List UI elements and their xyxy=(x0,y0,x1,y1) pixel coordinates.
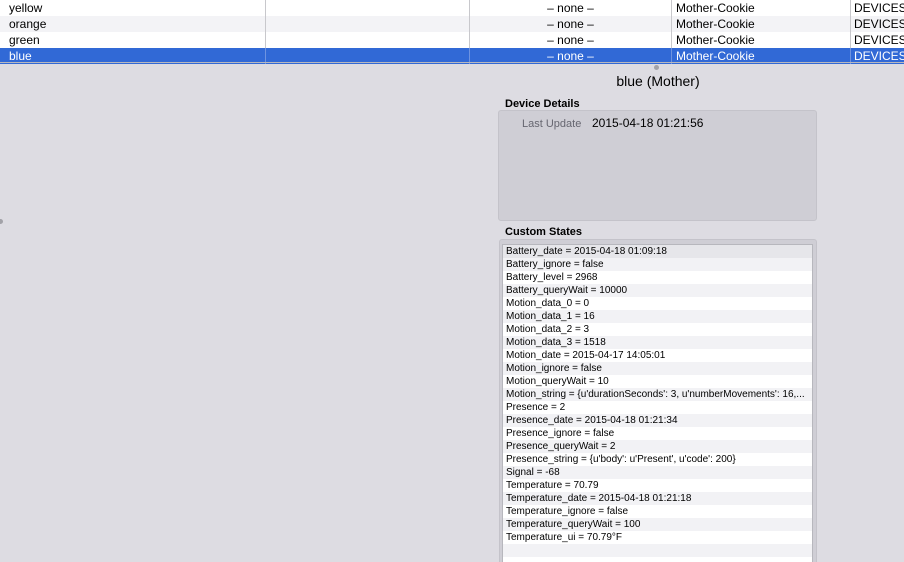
custom-states-heading: Custom States xyxy=(505,226,583,238)
device-column-empty xyxy=(265,32,469,48)
custom-state-row[interactable]: Temperature_ignore = false xyxy=(503,505,812,518)
device-folder: Mother-Cookie xyxy=(671,16,850,32)
device-state: – none – xyxy=(469,16,671,32)
last-update-label: Last Update xyxy=(522,118,582,130)
device-title: blue (Mother) xyxy=(616,73,700,89)
table-divider xyxy=(0,62,904,63)
custom-state-row[interactable]: Battery_level = 2968 xyxy=(503,271,812,284)
device-folder: Mother-Cookie xyxy=(671,32,850,48)
custom-state-row[interactable] xyxy=(503,544,812,557)
custom-state-row[interactable]: Presence_date = 2015-04-18 01:21:34 xyxy=(503,414,812,427)
custom-state-row[interactable]: Presence = 2 xyxy=(503,401,812,414)
custom-state-row[interactable]: Temperature_date = 2015-04-18 01:21:18 xyxy=(503,492,812,505)
horizontal-splitter-handle[interactable] xyxy=(654,65,659,70)
device-row-green[interactable]: green – none – Mother-Cookie DEVICES xyxy=(0,32,904,48)
custom-state-row[interactable]: Motion_data_2 = 3 xyxy=(503,323,812,336)
device-column-empty xyxy=(265,16,469,32)
custom-state-row[interactable]: Presence_queryWait = 2 xyxy=(503,440,812,453)
last-update-value: 2015-04-18 01:21:56 xyxy=(592,116,704,130)
device-type: DEVICES xyxy=(850,32,904,48)
custom-state-row[interactable]: Presence_string = {u'body': u'Present', … xyxy=(503,453,812,466)
custom-state-row[interactable]: Motion_data_1 = 16 xyxy=(503,310,812,323)
vertical-splitter-handle[interactable] xyxy=(0,219,3,224)
device-row-orange[interactable]: orange – none – Mother-Cookie DEVICES xyxy=(0,16,904,32)
device-state: – none – xyxy=(469,32,671,48)
device-folder: Mother-Cookie xyxy=(671,0,850,16)
custom-state-row[interactable]: Temperature_queryWait = 100 xyxy=(503,518,812,531)
custom-state-row[interactable]: Motion_queryWait = 10 xyxy=(503,375,812,388)
custom-state-row[interactable]: Battery_date = 2015-04-18 01:09:18 xyxy=(503,245,812,258)
device-name: yellow xyxy=(9,1,43,15)
custom-state-row[interactable]: Battery_ignore = false xyxy=(503,258,812,271)
device-type: DEVICES xyxy=(850,0,904,16)
custom-state-row[interactable]: Signal = -68 xyxy=(503,466,812,479)
custom-state-row[interactable]: Motion_data_3 = 1518 xyxy=(503,336,812,349)
device-name: green xyxy=(9,33,40,47)
device-table: yellow – none – Mother-Cookie DEVICES or… xyxy=(0,0,904,64)
custom-state-row[interactable]: Temperature = 70.79 xyxy=(503,479,812,492)
custom-state-row[interactable]: Battery_queryWait = 10000 xyxy=(503,284,812,297)
custom-states-list[interactable]: Battery_date = 2015-04-18 01:09:18 Batter… xyxy=(502,244,813,562)
custom-state-row[interactable]: Motion_string = {u'durationSeconds': 3, … xyxy=(503,388,812,401)
custom-state-row[interactable]: Temperature_ui = 70.79°F xyxy=(503,531,812,544)
device-state: – none – xyxy=(469,0,671,16)
device-column-empty xyxy=(265,0,469,16)
device-row-yellow[interactable]: yellow – none – Mother-Cookie DEVICES xyxy=(0,0,904,16)
custom-state-row[interactable]: Motion_date = 2015-04-17 14:05:01 xyxy=(503,349,812,362)
custom-state-row[interactable]: Presence_ignore = false xyxy=(503,427,812,440)
device-type: DEVICES xyxy=(850,16,904,32)
custom-state-row[interactable] xyxy=(503,557,812,562)
custom-state-row[interactable]: Motion_ignore = false xyxy=(503,362,812,375)
device-name: orange xyxy=(9,17,47,31)
device-details-heading: Device Details xyxy=(505,98,580,110)
custom-state-row[interactable]: Motion_data_0 = 0 xyxy=(503,297,812,310)
